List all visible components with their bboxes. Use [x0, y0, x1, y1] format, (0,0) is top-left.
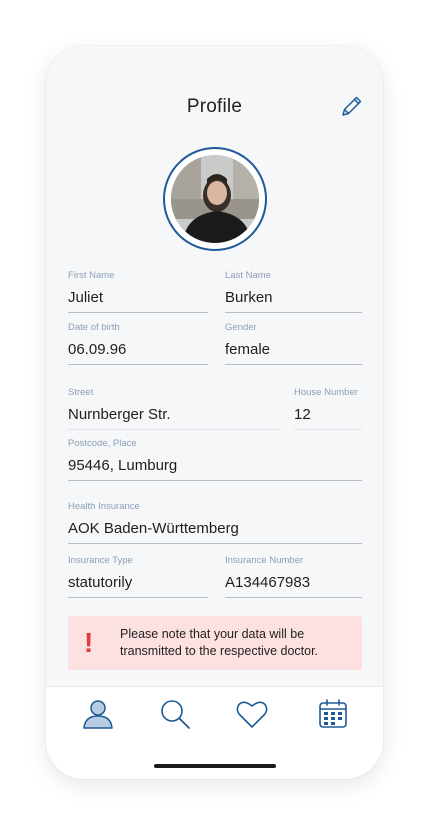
last-name-field[interactable]: Last Name Burken	[225, 270, 362, 313]
gender-label: Gender	[225, 322, 257, 333]
first-name-field[interactable]: First Name Juliet	[68, 270, 208, 313]
postcode-input[interactable]: 95446, Lumburg	[68, 457, 362, 481]
page-title: Profile	[186, 96, 243, 117]
dob-input[interactable]: 06.09.96	[68, 341, 208, 365]
street-label: Street	[68, 387, 94, 398]
avatar-ring[interactable]	[163, 147, 267, 251]
insurance-number-field[interactable]: Insurance Number A134467983	[225, 555, 362, 598]
street-input[interactable]: Nurnberger Str.	[68, 406, 280, 430]
dob-label: Date of birth	[68, 322, 120, 333]
last-name-input[interactable]: Burken	[225, 289, 362, 313]
street-field[interactable]: Street Nurnberger Str.	[68, 387, 280, 430]
pencil-icon[interactable]	[340, 94, 364, 118]
insurance-type-field[interactable]: Insurance Type statutorily	[68, 555, 208, 598]
user-icon[interactable]	[81, 697, 115, 731]
house-number-input[interactable]: 12	[294, 406, 362, 430]
phone-screen: Profile First Name Juliet Last Name Burk…	[46, 46, 383, 779]
last-name-label: Last Name	[225, 270, 271, 281]
avatar	[171, 155, 259, 243]
house-number-field[interactable]: House Number 12	[294, 387, 362, 430]
postcode-label: Postcode, Place	[68, 438, 137, 449]
house-number-label: House Number	[294, 387, 358, 398]
dob-field[interactable]: Date of birth 06.09.96	[68, 322, 208, 365]
home-indicator[interactable]	[154, 764, 276, 768]
health-insurance-label: Health Insurance	[68, 501, 140, 512]
insurance-number-input[interactable]: A134467983	[225, 574, 362, 598]
gender-input[interactable]: female	[225, 341, 362, 365]
health-insurance-field[interactable]: Health Insurance AOK Baden-Württemberg	[68, 501, 362, 544]
heart-icon[interactable]	[235, 697, 269, 731]
postcode-field[interactable]: Postcode, Place 95446, Lumburg	[68, 438, 362, 481]
search-icon[interactable]	[158, 697, 192, 731]
data-notice: ! Please note that your data will be tra…	[68, 616, 362, 670]
calendar-icon[interactable]	[316, 697, 350, 731]
profile-photo	[171, 155, 259, 243]
notice-text: Please note that your data will be trans…	[120, 627, 319, 658]
health-insurance-input[interactable]: AOK Baden-Württemberg	[68, 520, 362, 544]
insurance-number-label: Insurance Number	[225, 555, 304, 566]
insurance-type-input[interactable]: statutorily	[68, 574, 208, 598]
exclamation-icon: !	[84, 627, 94, 658]
insurance-type-label: Insurance Type	[68, 555, 133, 566]
first-name-label: First Name	[68, 270, 115, 281]
first-name-input[interactable]: Juliet	[68, 289, 208, 313]
gender-field[interactable]: Gender female	[225, 322, 362, 365]
